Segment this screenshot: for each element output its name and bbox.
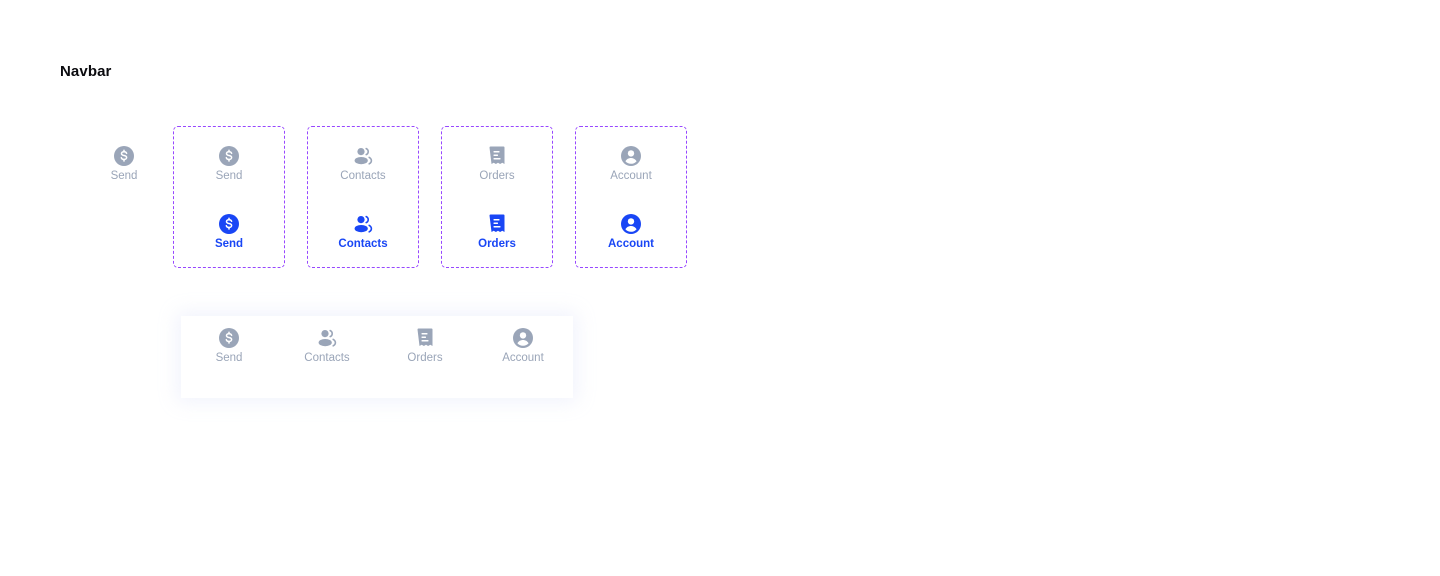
account-circle-icon	[621, 214, 641, 234]
nav-item-account-active[interactable]: Account	[596, 214, 666, 258]
nav-item-label: Send	[110, 170, 138, 182]
nav-item-label: Send	[215, 170, 243, 182]
dollar-circle-icon	[219, 328, 239, 348]
nav-item-account-inactive[interactable]: Account	[596, 146, 666, 190]
nav-item-label: Account	[608, 238, 654, 250]
navbar-item-orders[interactable]: Orders	[390, 328, 460, 372]
nav-item-contacts-inactive[interactable]: Contacts	[328, 146, 398, 190]
navbar-item-contacts[interactable]: Contacts	[292, 328, 362, 372]
nav-item-label: Contacts	[338, 238, 388, 250]
dollar-circle-icon	[114, 146, 134, 166]
account-circle-icon	[513, 328, 533, 348]
nav-item-orders-active[interactable]: Orders	[462, 214, 532, 258]
nav-item-label: Account	[502, 352, 544, 364]
navbar-item-send[interactable]: Send	[194, 328, 264, 372]
nav-item-orders-inactive[interactable]: Orders	[462, 146, 532, 190]
contacts-icon	[353, 214, 373, 234]
page-title: Navbar	[60, 63, 112, 80]
receipt-icon	[415, 328, 435, 348]
account-circle-icon	[621, 146, 641, 166]
dollar-circle-icon	[219, 214, 239, 234]
navbar-item-account[interactable]: Account	[488, 328, 558, 372]
receipt-icon	[487, 214, 507, 234]
nav-item-send-inactive[interactable]: Send	[194, 146, 264, 190]
bottom-navbar: Send Contacts Orders Account	[181, 316, 573, 398]
nav-item-label: Contacts	[304, 352, 350, 364]
nav-item-send-standalone[interactable]: Send	[89, 146, 159, 190]
nav-item-label: Orders	[479, 170, 515, 182]
nav-item-label: Orders	[407, 352, 443, 364]
contacts-icon	[353, 146, 373, 166]
nav-item-contacts-active[interactable]: Contacts	[328, 214, 398, 258]
nav-item-send-active[interactable]: Send	[194, 214, 264, 258]
nav-item-label: Account	[610, 170, 652, 182]
nav-item-label: Send	[214, 238, 244, 250]
nav-item-label: Contacts	[340, 170, 386, 182]
nav-item-label: Send	[215, 352, 243, 364]
receipt-icon	[487, 146, 507, 166]
contacts-icon	[317, 328, 337, 348]
dollar-circle-icon	[219, 146, 239, 166]
nav-item-label: Orders	[478, 238, 516, 250]
